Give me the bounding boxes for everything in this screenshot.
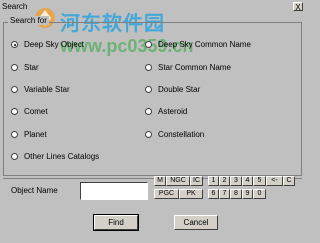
radio-label: Other Lines Catalogs: [24, 152, 100, 161]
radio-button[interactable]: [145, 64, 152, 71]
key-1[interactable]: 1: [208, 176, 219, 186]
radio-double-star[interactable]: Double Star: [145, 85, 200, 94]
object-name-label: Object Name: [11, 186, 58, 195]
radio-button[interactable]: [11, 108, 18, 115]
radio-star-common-name[interactable]: Star Common Name: [145, 63, 231, 72]
key-3[interactable]: 3: [230, 176, 242, 186]
radio-label: Deep Sky Object: [24, 40, 85, 49]
radio-label: Planet: [24, 130, 47, 139]
radio-label: Constellation: [158, 130, 205, 139]
radio-other-lines-catalogs[interactable]: Other Lines Catalogs: [11, 152, 99, 161]
radio-comet[interactable]: Comet: [11, 107, 48, 116]
key-7[interactable]: 7: [219, 189, 230, 199]
radio-label: Variable Star: [24, 85, 70, 94]
radio-button[interactable]: [11, 153, 18, 160]
group-label: Search for: [8, 16, 49, 25]
radio-label: Star: [24, 63, 39, 72]
cancel-button[interactable]: Cancel: [174, 215, 218, 230]
radio-variable-star[interactable]: Variable Star: [11, 85, 70, 94]
key-ngc[interactable]: NGC: [166, 176, 190, 186]
radio-button[interactable]: [145, 131, 152, 138]
radio-button[interactable]: [145, 41, 152, 48]
key-ic[interactable]: IC: [190, 176, 203, 186]
key-0[interactable]: 0: [253, 189, 266, 199]
object-name-input[interactable]: [80, 182, 148, 200]
key-pgc[interactable]: PGC: [154, 189, 179, 199]
key-2[interactable]: 2: [219, 176, 230, 186]
radio-label: Star Common Name: [158, 63, 231, 72]
radio-label: Double Star: [158, 85, 201, 94]
radio-button[interactable]: [11, 41, 18, 48]
radio-label: Comet: [24, 107, 48, 116]
radio-button[interactable]: [145, 86, 152, 93]
radio-button[interactable]: [11, 131, 18, 138]
radio-button[interactable]: [11, 64, 18, 71]
key-clear[interactable]: C: [283, 176, 295, 186]
radio-label: Deep Sky Common Name: [158, 40, 251, 49]
key-5[interactable]: 5: [253, 176, 266, 186]
key-9[interactable]: 9: [242, 189, 253, 199]
key-backspace[interactable]: <-: [266, 176, 283, 186]
find-button[interactable]: Find: [93, 214, 139, 231]
radio-label: Asteroid: [158, 107, 188, 116]
key-m[interactable]: M: [154, 176, 166, 186]
key-pk[interactable]: PK: [179, 189, 203, 199]
close-icon: X: [295, 3, 301, 12]
close-button[interactable]: X: [293, 2, 303, 12]
radio-constellation[interactable]: Constellation: [145, 130, 204, 139]
window-title: Search: [2, 2, 28, 11]
radio-star[interactable]: Star: [11, 63, 39, 72]
radio-asteroid[interactable]: Asteroid: [145, 107, 187, 116]
radio-button[interactable]: [145, 108, 152, 115]
radio-deep-sky-object[interactable]: Deep Sky Object: [11, 40, 84, 49]
key-8[interactable]: 8: [230, 189, 242, 199]
radio-planet[interactable]: Planet: [11, 130, 47, 139]
key-4[interactable]: 4: [242, 176, 253, 186]
radio-button[interactable]: [11, 86, 18, 93]
key-6[interactable]: 6: [208, 189, 219, 199]
radio-deep-sky-common-name[interactable]: Deep Sky Common Name: [145, 40, 251, 49]
